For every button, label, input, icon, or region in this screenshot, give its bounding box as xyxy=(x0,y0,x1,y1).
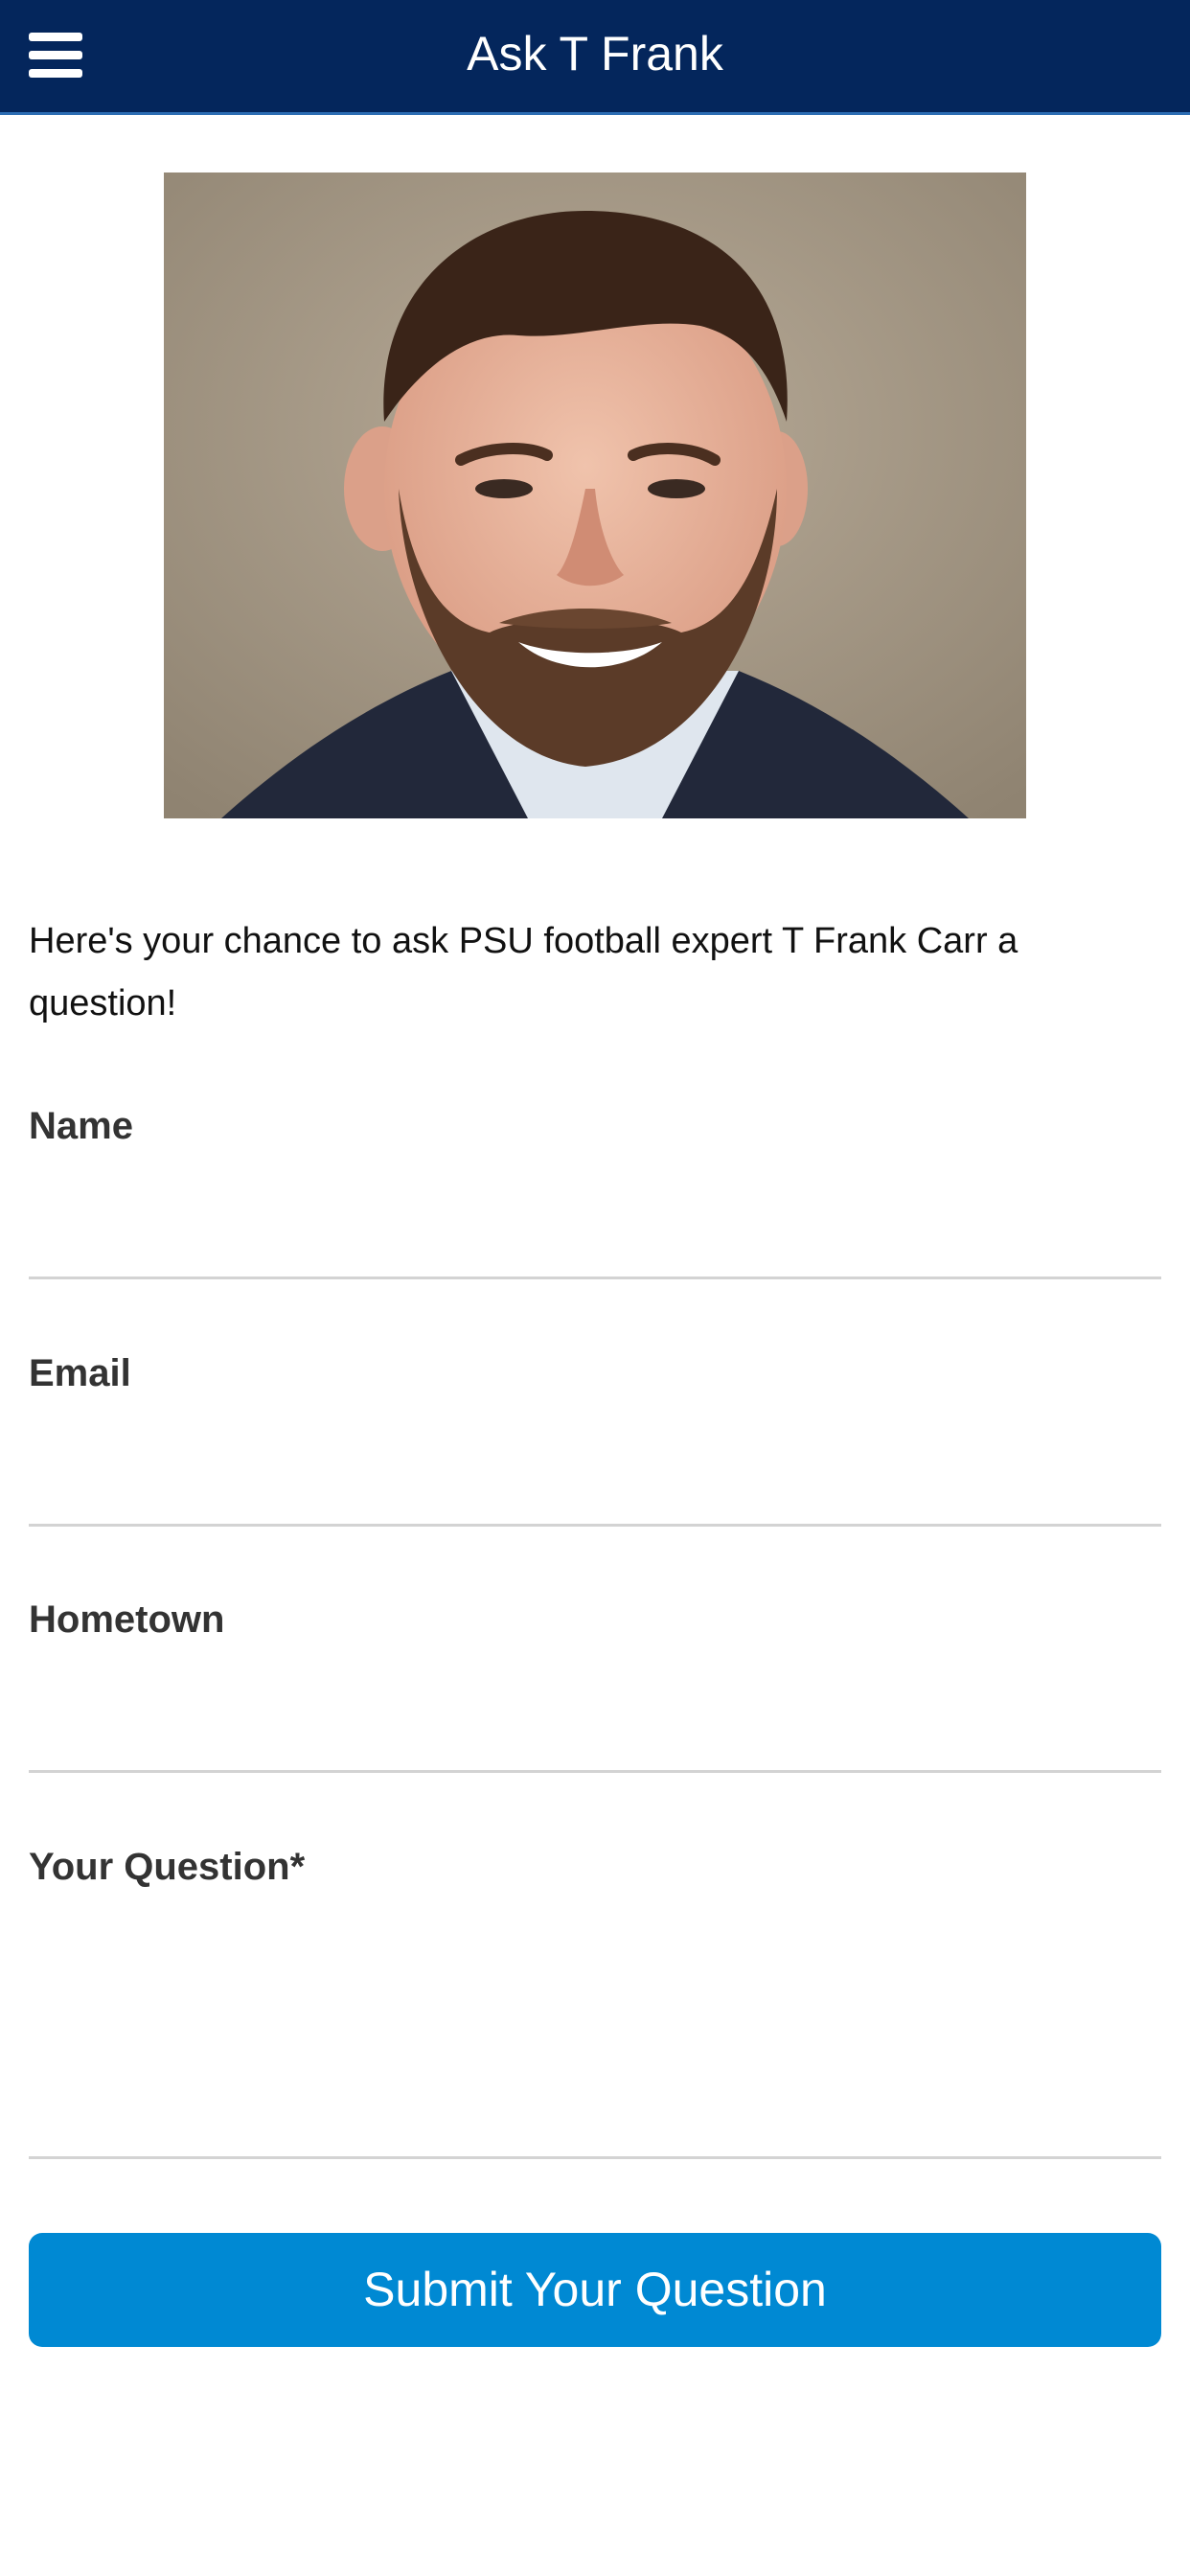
email-label: Email xyxy=(29,1352,131,1394)
hometown-label: Hometown xyxy=(29,1598,225,1641)
hometown-input[interactable] xyxy=(29,1668,1161,1773)
question-textarea[interactable] xyxy=(29,1912,1161,2159)
name-label: Name xyxy=(29,1105,133,1147)
app-header: Ask T Frank xyxy=(0,0,1190,115)
page-title: Ask T Frank xyxy=(467,27,723,80)
profile-photo xyxy=(164,172,1026,818)
question-label: Your Question* xyxy=(29,1846,306,1888)
intro-text: Here's your chance to ask PSU football e… xyxy=(29,921,1018,1024)
name-input[interactable] xyxy=(29,1174,1161,1279)
submit-question-button[interactable]: Submit Your Question xyxy=(29,2233,1161,2347)
email-input[interactable] xyxy=(29,1421,1161,1527)
